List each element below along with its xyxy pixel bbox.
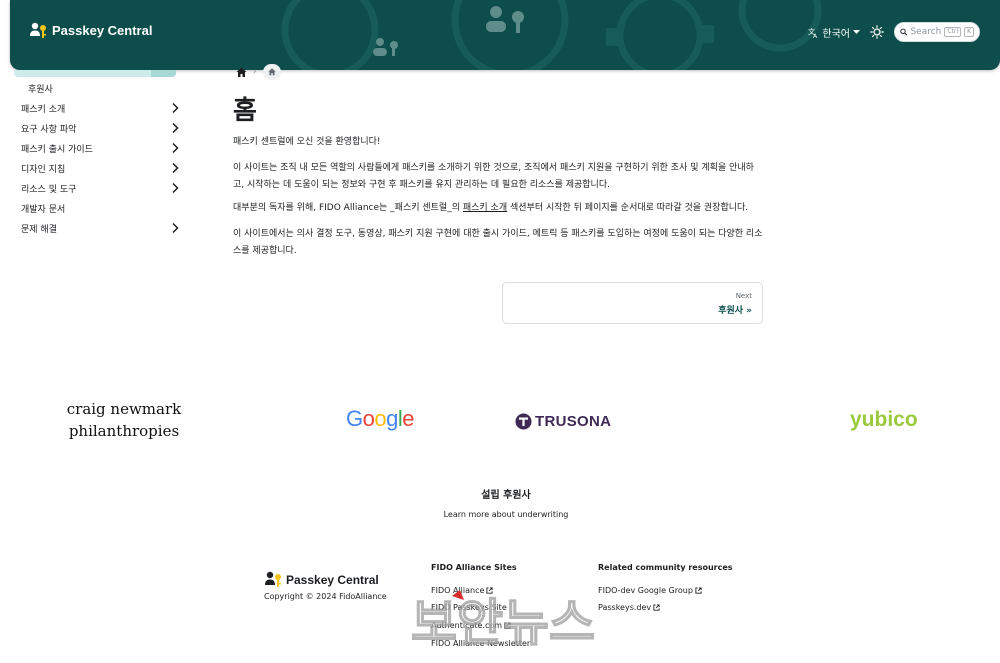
recommendation-text-before: 대부분의 독자를 위해, FIDO Alliance는 _패스키 센트럴_의 — [233, 203, 463, 213]
sidebar-item-resources-tools[interactable]: 리소스 및 도구 — [21, 179, 179, 197]
sidebar-item-intro[interactable]: 패스키 소개 — [21, 99, 179, 117]
sidebar-item-requirements[interactable]: 요구 사항 파악 — [21, 119, 179, 137]
intro-paragraph: 이 사이트는 조직 내 모든 역할의 사람들에게 패스키를 소개하기 위한 것으… — [233, 163, 754, 190]
chevron-right-icon[interactable] — [171, 222, 179, 234]
sidebar-item-label: 리소스 및 도구 — [21, 184, 77, 195]
google-letter: o — [374, 406, 387, 431]
footer-link-label: FIDO-dev Google Group — [598, 586, 693, 595]
svg-text:보안뉴스: 보안뉴스 — [411, 594, 595, 652]
chevron-right-icon[interactable] — [171, 122, 179, 134]
sidebar-item-sponsors[interactable]: 후원사 — [28, 79, 186, 97]
welcome-paragraph: 패스키 센트럴에 오신 것을 환영합니다! — [233, 137, 381, 147]
home-icon[interactable] — [236, 67, 247, 78]
search-input[interactable]: Search Ctrl K — [894, 22, 980, 42]
chevron-right-icon[interactable] — [171, 102, 179, 114]
footer-col-fido-title: FIDO Alliance Sites — [431, 563, 517, 572]
language-label: 한국어 — [822, 28, 850, 40]
google-letter: e — [402, 406, 415, 431]
underwriting-link-label: Learn more about underwriting — [443, 510, 569, 519]
caret-down-icon — [853, 29, 860, 34]
breadcrumb-current — [262, 64, 281, 80]
sponsor-trusona-logo[interactable]: TRUSONA — [515, 413, 611, 430]
breadcrumb-separator-icon: › — [253, 67, 257, 77]
pagination-next[interactable]: Next 후원사 » — [502, 282, 763, 324]
footer-brand[interactable]: Passkey Central — [265, 571, 379, 588]
sidebar-item-label: 문제 해결 — [21, 224, 57, 235]
resources-paragraph: 이 사이트에서는 의사 결정 도구, 동영상, 패스키 지원 구현에 대한 출시… — [233, 229, 763, 256]
sidebar-item-label: 패스키 소개 — [21, 104, 66, 115]
search-icon — [900, 28, 908, 36]
passkey-logo-icon — [265, 571, 281, 587]
brand-link[interactable]: Passkey Central — [30, 22, 152, 39]
sponsor-craig-line2: philanthropies — [68, 422, 180, 440]
home-icon — [267, 68, 276, 76]
founding-sponsors-title: 설립 후원사 — [481, 490, 531, 501]
navbar: Passkey Central 文 A 한국어 Search Ctrl K — [10, 0, 1000, 70]
translate-icon: 文 A — [808, 27, 818, 38]
footer-link-fido-dev-group[interactable]: FIDO-dev Google Group — [598, 586, 702, 595]
google-letter: o — [362, 406, 375, 431]
search-placeholder: Search — [910, 27, 942, 37]
sidebar-item-design-guidelines[interactable]: 디자인 지침 — [21, 159, 179, 177]
external-link-icon — [653, 604, 660, 611]
chevron-right-icon[interactable] — [171, 142, 179, 154]
underwriting-link[interactable]: Learn more about underwriting — [0, 510, 1000, 519]
sidebar-item-rollout-guide[interactable]: 패스키 출시 가이드 — [21, 139, 179, 157]
sidebar-item-developer-docs[interactable]: 개발자 문서 — [21, 199, 179, 217]
google-letter: g — [386, 406, 398, 431]
sidebar-item-troubleshooting[interactable]: 문제 해결 — [21, 219, 179, 237]
sponsor-yubico-logo[interactable]: yubico — [850, 408, 918, 432]
sponsor-craig-newmark-logo[interactable]: craig newmark philanthropies — [62, 398, 186, 442]
pagination-label: 후원사 » — [718, 306, 752, 316]
sidebar-item-label: 패스키 출시 가이드 — [21, 144, 93, 155]
sidebar-item-label: 요구 사항 파악 — [21, 124, 77, 135]
sponsor-craig-line1: craig newmark — [66, 400, 182, 418]
trusona-mark-icon — [515, 413, 532, 430]
recommendation-text-after: 섹션부터 시작한 뒤 페이지를 순서대로 따라갈 것을 권장합니다. — [507, 203, 749, 213]
sidebar-item-label: 후원사 — [28, 84, 53, 95]
trusona-wordmark: TRUSONA — [535, 413, 612, 430]
footer-col-community-title: Related community resources — [598, 563, 733, 572]
recommendation-paragraph: 대부분의 독자를 위해, FIDO Alliance는 _패스키 센트럴_의 패… — [233, 200, 763, 217]
sponsor-google-logo[interactable]: Google — [346, 406, 415, 432]
chevron-right-icon[interactable] — [171, 182, 179, 194]
boannews-watermark: 보안뉴스 — [410, 590, 596, 653]
brand-name: Passkey Central — [52, 23, 153, 38]
svg-text:A: A — [813, 33, 818, 38]
page-title: 홈 — [233, 96, 257, 126]
external-link-icon — [695, 587, 702, 594]
intro-link[interactable]: 패스키 소개 — [463, 203, 507, 213]
language-dropdown[interactable]: 文 A 한국어 — [808, 25, 860, 40]
copyright: Copyright © 2024 FidoAlliance — [264, 592, 387, 601]
shortcut-key-ctrl: Ctrl — [944, 27, 962, 37]
pagination-sublabel: Next — [735, 292, 752, 300]
footer-brand-name: Passkey Central — [286, 572, 379, 587]
sun-icon[interactable] — [870, 25, 884, 39]
chevron-right-icon[interactable] — [171, 162, 179, 174]
google-letter: G — [346, 406, 363, 431]
shortcut-key-k: K — [964, 27, 974, 37]
sidebar-item-label: 디자인 지침 — [21, 164, 66, 175]
breadcrumb: › — [236, 64, 281, 80]
passkey-logo-icon — [30, 22, 46, 38]
sidebar-collapse-toggle[interactable] — [151, 70, 176, 77]
sidebar-item-label: 개발자 문서 — [21, 204, 66, 215]
